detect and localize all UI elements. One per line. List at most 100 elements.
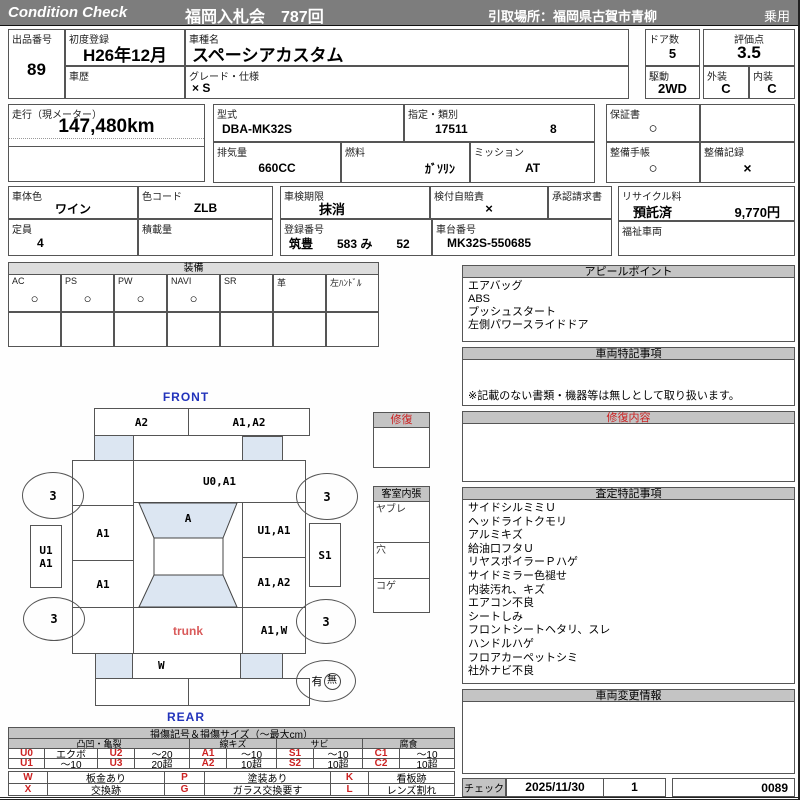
change-info-content: [462, 702, 795, 774]
legend-code-c2: C2: [362, 758, 400, 769]
check-count: 1: [631, 780, 638, 794]
panel-rear-bumper-left: [95, 678, 189, 706]
repair-mini-body: [373, 428, 430, 468]
assessment-notes-content: サイドシルミミＵ ヘッドライトクモリ アルミキズ 給油口フタＵ リヤスポイラーＰ…: [462, 500, 795, 684]
sheet-number-cell: 0089: [672, 778, 795, 797]
rear-direction-label: REAR: [166, 710, 205, 724]
appeal-item: プッシュスタート: [468, 306, 556, 318]
maintenance-record-cell: 整備記録 ×: [700, 142, 795, 183]
equipment-empty-cell: [326, 312, 379, 347]
assessment-item: サイドシルミミＵ: [468, 502, 556, 514]
maintenance-book-cell: 整備手帳 ○: [606, 142, 700, 183]
insurance-label: 検付自賠責: [434, 192, 484, 203]
drive-cell: 駆動 2WD: [645, 66, 700, 99]
class-label: 指定・類別: [408, 110, 458, 121]
model-name-cell: 車種名 スペーシアカスタム: [185, 29, 629, 66]
model-name-label: 車種名: [189, 35, 219, 46]
vin-label: 車台番号: [436, 225, 476, 236]
warranty-cell: 保証書 ○: [606, 104, 700, 142]
equipment-mark: [274, 286, 325, 311]
legend-code-u3: U3: [97, 758, 135, 769]
color-code-cell: 色コード ZLB: [138, 186, 273, 219]
repair-content-header: 修復内容: [462, 411, 795, 424]
panel-rear-bumper-right: [188, 678, 310, 706]
doors-label: ドア数: [649, 35, 679, 46]
score-label: 評価点: [734, 35, 764, 46]
equipment-cell-ac: AC ○: [8, 274, 61, 312]
welfare-vehicle-label: 福祉車両: [622, 227, 662, 238]
recycle-fee-label: リサイクル料: [622, 192, 682, 203]
capacity-label: 定員: [12, 225, 32, 236]
equipment-empty-cell: [273, 312, 326, 347]
vehicle-notes-content: ※記載のない書類・機器等は無しとして取り扱います。: [462, 360, 795, 406]
wheel-rear-left: 3: [23, 597, 85, 641]
wheel-front-right: 3: [296, 473, 358, 520]
equipment-label: SR: [224, 276, 237, 286]
sheet-number: 0089: [761, 780, 788, 795]
inspection-cell: 車検期限 抹消: [280, 186, 430, 219]
assessment-item: 社外ナビ不良: [468, 665, 534, 678]
equipment-mark: [221, 286, 272, 311]
equipment-label: PW: [118, 276, 133, 286]
body-color-cell: 車体色 ワイン: [8, 186, 138, 219]
model-code-value: DBA-MK32S: [222, 121, 293, 136]
legend-desc-u1: ～10: [44, 758, 98, 769]
class-number: 17511: [435, 122, 468, 136]
front-direction-label: FRONT: [162, 390, 210, 404]
insurance-cell: 検付自賠責 ×: [430, 186, 548, 219]
panel-hood: U0,A1: [133, 460, 306, 503]
mileage-spacer: [9, 139, 204, 147]
assessment-item: アルミキズ: [468, 529, 523, 542]
equipment-label: NAVI: [171, 276, 192, 286]
assessment-item: ヘッドライトクモリ: [468, 515, 567, 528]
legend-code-u1: U1: [8, 758, 45, 769]
plate-number-label: 登録番号: [284, 225, 324, 236]
equipment-mark: ○: [30, 291, 39, 306]
equipment-cell-sr: SR: [220, 274, 273, 312]
equipment-mark: ○: [83, 291, 92, 306]
presence-yes: 有: [311, 676, 323, 688]
equipment-empty-cell: [220, 312, 273, 347]
equipment-mark: ○: [136, 291, 145, 306]
displacement-label: 排気量: [217, 148, 247, 159]
presence-no-circled: 無: [323, 672, 341, 690]
interior-tear-section: ヤブレ: [376, 504, 406, 515]
first-registration-label: 初度登録: [69, 35, 109, 46]
panel-right-front-door: U1,A1: [242, 502, 306, 558]
left-sill-code-bottom: A1: [39, 556, 53, 570]
check-label-cell: チェック: [462, 778, 506, 797]
appeal-item: エアバッグ: [468, 280, 523, 292]
appeal-points-header: アピールポイント: [462, 265, 795, 278]
displacement-cell: 排気量 660CC: [213, 142, 341, 183]
change-info-header: 車両変更情報: [462, 689, 795, 702]
equipment-cell-navi: NAVI ○: [167, 274, 220, 312]
maintenance-book-label: 整備手帳: [610, 148, 650, 159]
rear-right-corner: [240, 653, 283, 679]
equipment-empty-cell: [61, 312, 114, 347]
equipment-label: 革: [277, 278, 287, 288]
left-sill-box: U1 A1: [30, 525, 62, 588]
inspection-label: 車検期限: [284, 192, 324, 203]
interior-burn-section: コゲ: [374, 578, 429, 613]
check-date-cell: 2025/11/30 1: [506, 778, 666, 797]
vehicle-notes-header: 車両特記事項: [462, 347, 795, 360]
panel-back-panel: W: [158, 659, 165, 672]
assessment-notes-header: 査定特記事項: [462, 487, 795, 500]
equipment-label: AC: [12, 276, 25, 286]
assessment-item: 内装汚れ、キズ: [468, 583, 546, 596]
legend-code-a2: A2: [189, 758, 227, 769]
auction-title: 福岡入札会 787回: [185, 9, 324, 26]
mileage-label: 走行（現メーター）: [12, 110, 102, 121]
lot-number-cell: 出品番号 89: [8, 29, 65, 99]
interior-hole-section: 穴: [374, 542, 429, 578]
panel-front-bumper-left: A2: [94, 408, 189, 436]
right-sill-box: S1: [309, 523, 341, 587]
repair-mini-header: 修復: [373, 412, 430, 428]
history-label: 車歴: [69, 72, 89, 83]
panel-windshield: A: [184, 512, 192, 525]
assessment-item: エアコン不良: [468, 597, 534, 610]
legend-code-g: G: [164, 783, 205, 796]
presence-indicator: 有 無: [296, 660, 356, 702]
warranty-label: 保証書: [610, 110, 640, 121]
approval-request-label: 承認請求書: [552, 192, 602, 203]
